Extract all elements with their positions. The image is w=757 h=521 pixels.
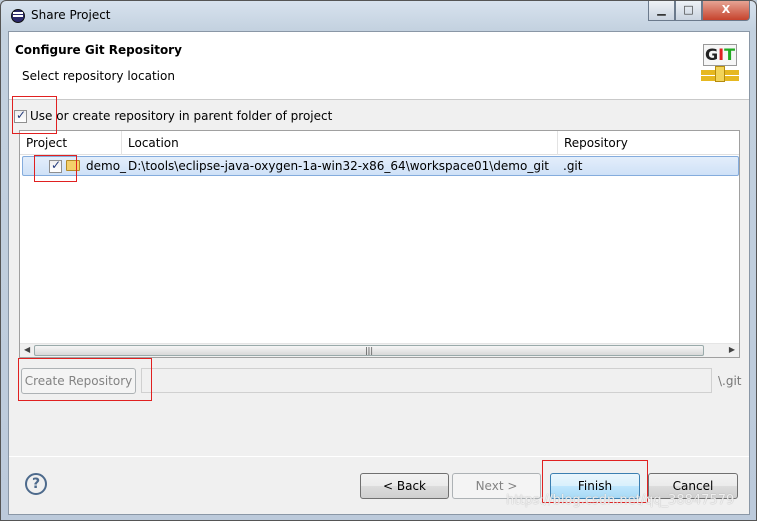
- git-logo-icon: GIT: [701, 44, 741, 84]
- table-header: Project Location Repository: [20, 131, 739, 155]
- share-project-dialog: Share Project ▁ □ X Configure Git Reposi…: [0, 0, 757, 521]
- wizard-header: Configure Git Repository Select reposito…: [9, 32, 749, 100]
- back-button[interactable]: < Back: [360, 473, 449, 499]
- window-title: Share Project: [31, 8, 111, 22]
- title-bar[interactable]: Share Project ▁ □ X: [1, 1, 756, 31]
- column-repository[interactable]: Repository: [558, 131, 741, 155]
- footer-divider: [9, 456, 749, 457]
- highlight-box: [12, 96, 57, 134]
- cell-project: demo_: [86, 159, 127, 173]
- minimize-button[interactable]: ▁: [648, 1, 675, 21]
- use-parent-repo-label: Use or create repository in parent folde…: [30, 109, 333, 123]
- watermark: https://blog.csdn.net/qq_38847579: [506, 493, 735, 508]
- page-subtitle: Select repository location: [22, 69, 175, 83]
- git-suffix-label: \.git: [718, 374, 742, 388]
- page-title: Configure Git Repository: [15, 43, 182, 57]
- eclipse-icon: [11, 9, 25, 23]
- scrollbar-thumb[interactable]: |||: [34, 345, 704, 356]
- highlight-box: [34, 155, 77, 182]
- highlight-box: [18, 358, 152, 401]
- column-project[interactable]: Project: [20, 131, 122, 155]
- close-button[interactable]: X: [702, 1, 750, 21]
- column-location[interactable]: Location: [122, 131, 558, 155]
- git-logo-text: GIT: [703, 44, 737, 66]
- table-row[interactable]: demo_ D:\tools\eclipse-java-oxygen-1a-wi…: [22, 156, 739, 176]
- horizontal-scrollbar[interactable]: ◀ ||| ▶: [20, 343, 739, 357]
- projects-table[interactable]: Project Location Repository demo_ D:\too…: [19, 130, 740, 358]
- scroll-left-icon[interactable]: ◀: [24, 345, 30, 354]
- use-parent-repo-checkbox[interactable]: Use or create repository in parent folde…: [14, 108, 333, 123]
- cell-location: D:\tools\eclipse-java-oxygen-1a-win32-x8…: [128, 159, 549, 173]
- maximize-button[interactable]: □: [675, 1, 702, 21]
- cell-repository: .git: [563, 159, 583, 173]
- scroll-right-icon[interactable]: ▶: [729, 345, 735, 354]
- repository-path-field[interactable]: [141, 368, 712, 393]
- help-icon[interactable]: ?: [25, 473, 47, 495]
- dialog-body: Configure Git Repository Select reposito…: [8, 31, 750, 515]
